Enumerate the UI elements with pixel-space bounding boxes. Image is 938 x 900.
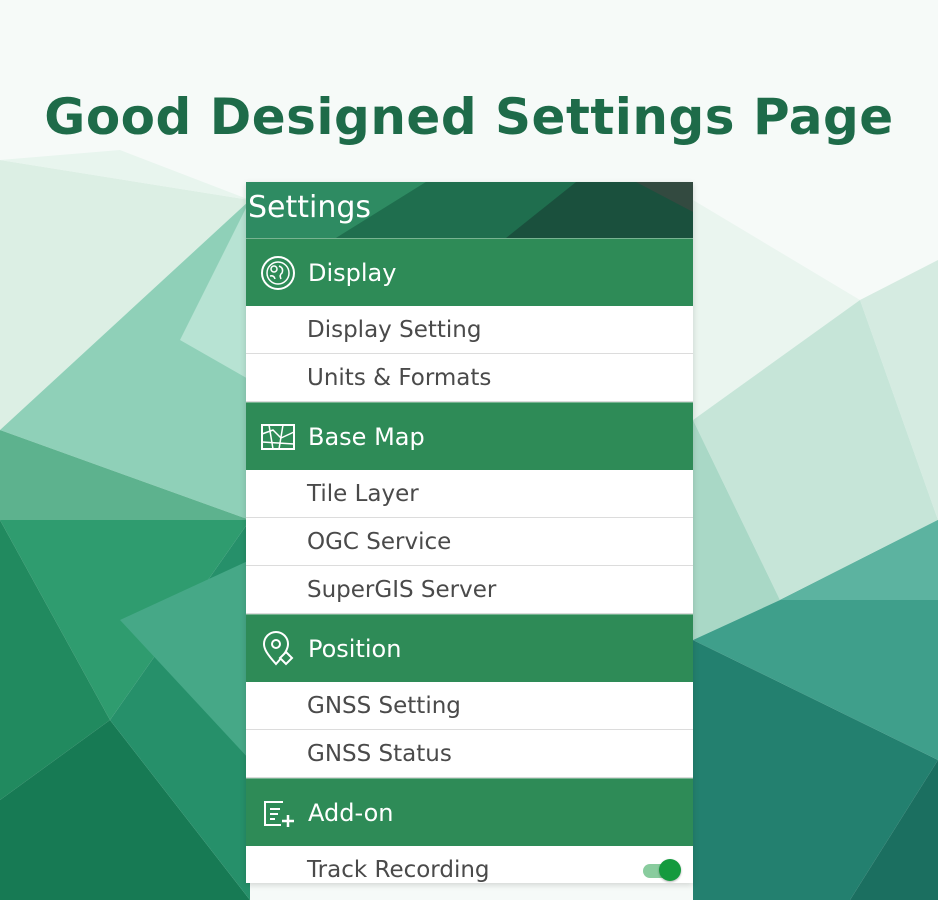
section-title: Position <box>308 634 402 663</box>
settings-item-gnss-setting[interactable]: GNSS Setting <box>246 682 693 730</box>
section-title: Add-on <box>308 798 394 827</box>
settings-item-label: GNSS Setting <box>307 692 461 719</box>
settings-item-label: Units & Formats <box>307 364 492 391</box>
settings-item-display-setting[interactable]: Display Setting <box>246 306 693 354</box>
settings-item-label: Track Recording <box>307 856 490 883</box>
settings-screen: Settings Display Display Setting Units & F… <box>246 182 693 883</box>
settings-item-label: Tile Layer <box>307 480 419 507</box>
settings-item-label: OGC Service <box>307 528 452 555</box>
section-title: Display <box>308 258 397 287</box>
settings-item-ogc-service[interactable]: OGC Service <box>246 518 693 566</box>
section-title: Base Map <box>308 422 425 451</box>
section-header-position: Position <box>246 614 693 682</box>
page-headline: Good Designed Settings Page <box>44 88 894 146</box>
settings-item-label: SuperGIS Server <box>307 576 497 603</box>
map-icon <box>258 417 298 457</box>
settings-item-track-recording[interactable]: Track Recording <box>246 846 693 883</box>
globe-icon <box>258 253 298 293</box>
settings-item-units-formats[interactable]: Units & Formats <box>246 354 693 402</box>
app-bar-title: Settings <box>248 190 372 225</box>
settings-item-label: Display Setting <box>307 316 482 343</box>
settings-list: Display Display Setting Units & Formats Bas… <box>246 238 693 883</box>
location-pin-icon <box>258 629 298 669</box>
section-header-base-map: Base Map <box>246 402 693 470</box>
settings-item-gnss-status[interactable]: GNSS Status <box>246 730 693 778</box>
track-recording-toggle[interactable] <box>641 858 681 881</box>
settings-item-supergis-server[interactable]: SuperGIS Server <box>246 566 693 614</box>
settings-item-label: GNSS Status <box>307 740 452 767</box>
section-header-display: Display <box>246 238 693 306</box>
section-header-add-on: Add-on <box>246 778 693 846</box>
settings-item-tile-layer[interactable]: Tile Layer <box>246 470 693 518</box>
add-note-icon <box>258 793 298 833</box>
app-bar: Settings <box>246 182 693 238</box>
toggle-thumb <box>659 858 681 881</box>
